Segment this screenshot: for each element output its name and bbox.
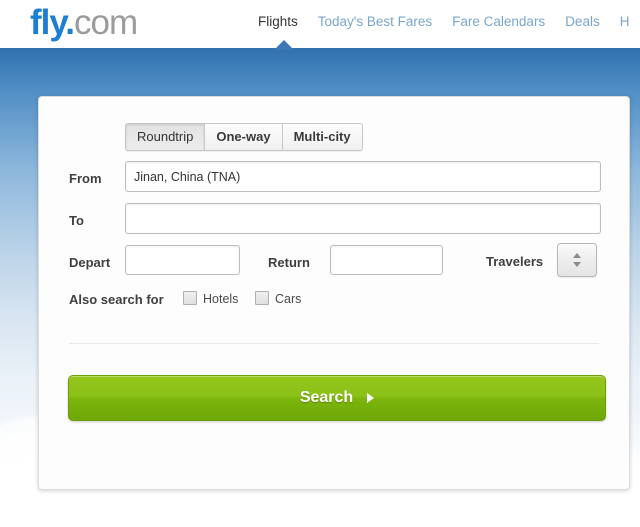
tab-multi-city[interactable]: Multi-city (282, 124, 362, 150)
active-tab-pointer-icon (274, 40, 294, 50)
depart-label: Depart (69, 255, 111, 270)
chevron-down-icon[interactable] (573, 262, 581, 267)
logo-tld-text: com (73, 3, 138, 42)
hotels-checkbox-label: Hotels (203, 292, 239, 306)
nav-item-hotels[interactable]: H (620, 14, 630, 29)
depart-date-input[interactable] (125, 245, 240, 275)
from-label: From (69, 171, 102, 186)
logo-dot: . (65, 3, 75, 42)
nav-item-flights[interactable]: Flights (258, 14, 298, 29)
travelers-stepper[interactable] (557, 243, 597, 277)
from-input[interactable] (125, 161, 601, 192)
tab-one-way[interactable]: One-way (205, 124, 283, 150)
main-navigation: Flights Today's Best Fares Fare Calendars D… (258, 14, 640, 29)
to-label: To (69, 213, 84, 228)
search-button[interactable]: Search (68, 375, 606, 421)
page-root: fly.com Flights Today's Best Fares Fare Ca… (0, 0, 640, 527)
tab-roundtrip[interactable]: Roundtrip (126, 124, 206, 150)
cars-checkbox-label: Cars (275, 292, 302, 306)
to-input[interactable] (125, 203, 601, 234)
site-logo[interactable]: fly.com (30, 2, 138, 44)
form-divider (69, 343, 599, 345)
logo-brand-text: fly (30, 3, 66, 42)
nav-item-fare-calendars[interactable]: Fare Calendars (452, 14, 545, 29)
chevron-up-icon[interactable] (573, 253, 581, 258)
cars-checkbox[interactable]: Cars (255, 291, 301, 306)
return-label: Return (268, 255, 310, 270)
travelers-label: Travelers (486, 254, 544, 269)
site-header: fly.com Flights Today's Best Fares Fare Ca… (0, 0, 640, 48)
checkbox-box-icon[interactable] (255, 291, 269, 305)
nav-item-deals[interactable]: Deals (565, 14, 600, 29)
search-button-label: Search (299, 389, 354, 406)
checkbox-box-icon[interactable] (183, 291, 197, 305)
flight-search-card: Roundtrip One-way Multi-city From To Dep… (38, 96, 630, 490)
hotels-checkbox[interactable]: Hotels (183, 291, 238, 306)
trip-type-tabs: Roundtrip One-way Multi-city (125, 123, 363, 151)
return-date-input[interactable] (330, 245, 443, 275)
nav-item-todays-best-fares[interactable]: Today's Best Fares (318, 14, 432, 29)
arrow-right-icon (367, 393, 375, 403)
also-search-for-label: Also search for (69, 292, 164, 307)
